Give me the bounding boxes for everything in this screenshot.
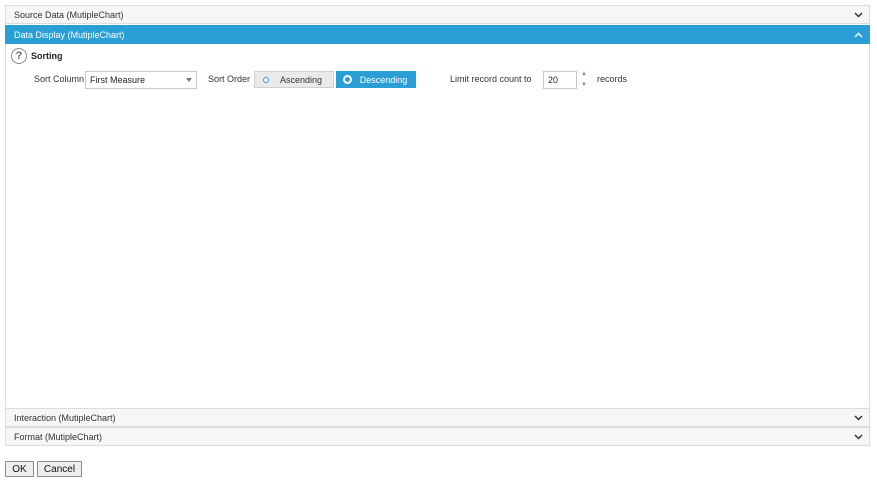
- ok-button[interactable]: OK: [5, 461, 34, 477]
- chevron-down-icon[interactable]: [853, 432, 863, 442]
- chevron-up-icon[interactable]: [853, 30, 863, 40]
- accordion-data-display: Data Display (MutipleChart) ? Sorting So…: [5, 25, 870, 407]
- dropdown-caret-icon: [186, 78, 192, 82]
- ascending-toggle[interactable]: Ascending: [254, 71, 334, 88]
- limit-label: Limit record count to: [450, 74, 532, 84]
- accordion-source-data: Source Data (MutipleChart): [5, 5, 870, 24]
- accordion-title-data-display: Data Display (MutipleChart): [14, 29, 125, 40]
- accordion-header-interaction[interactable]: Interaction (MutipleChart): [5, 408, 870, 427]
- accordion-format: Format (MutipleChart): [5, 427, 870, 446]
- data-display-body: ? Sorting Sort Column First Measure Sort…: [5, 44, 870, 407]
- accordion-header-format[interactable]: Format (MutipleChart): [5, 427, 870, 446]
- sorting-title: Sorting: [31, 51, 63, 61]
- chevron-down-icon[interactable]: [853, 10, 863, 20]
- limit-count-input[interactable]: 20: [543, 71, 577, 89]
- accordion-title-interaction: Interaction (MutipleChart): [14, 412, 116, 423]
- cancel-button[interactable]: Cancel: [37, 461, 82, 477]
- sort-column-label: Sort Column: [34, 74, 85, 84]
- accordion-title-source-data: Source Data (MutipleChart): [14, 9, 124, 20]
- accordion-header-data-display[interactable]: Data Display (MutipleChart): [5, 25, 870, 44]
- sorting-section-header: ? Sorting: [11, 48, 63, 64]
- sort-column-select[interactable]: First Measure: [85, 71, 197, 89]
- records-label: records: [597, 74, 628, 84]
- ascending-label: Ascending: [279, 74, 323, 85]
- help-icon[interactable]: ?: [11, 48, 27, 64]
- spin-down-icon[interactable]: ▼: [581, 82, 587, 89]
- spin-up-icon[interactable]: ▲: [581, 71, 587, 78]
- descending-label: Descending: [359, 74, 408, 85]
- accordion-title-format: Format (MutipleChart): [14, 431, 103, 442]
- limit-spinner[interactable]: ▲ ▼: [581, 71, 587, 89]
- descending-toggle[interactable]: Descending: [336, 71, 416, 88]
- sort-column-value: First Measure: [90, 75, 146, 85]
- radio-checked-icon: [343, 75, 352, 84]
- sort-order-label: Sort Order: [208, 74, 251, 84]
- chevron-down-icon[interactable]: [853, 413, 863, 423]
- accordion-header-source-data[interactable]: Source Data (MutipleChart): [5, 5, 870, 24]
- accordion-interaction: Interaction (MutipleChart): [5, 408, 870, 427]
